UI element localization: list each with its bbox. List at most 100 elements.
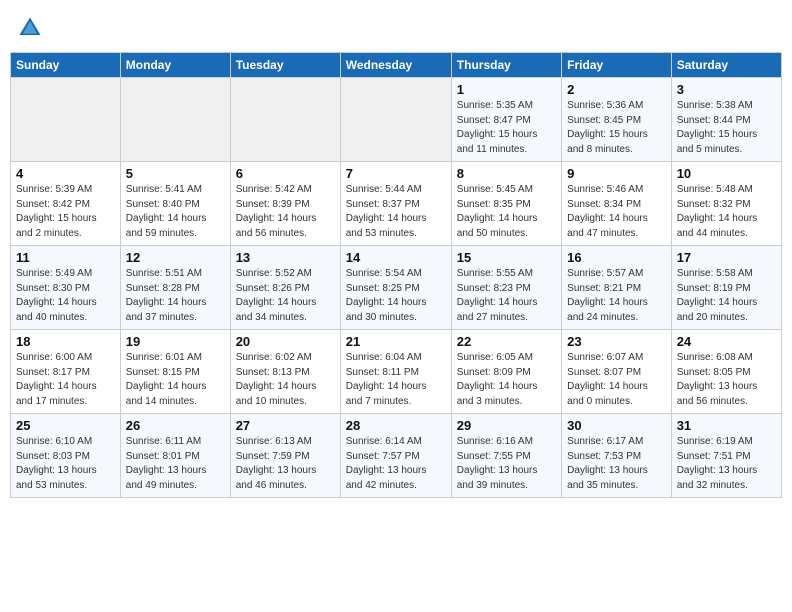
day-number: 7 — [346, 166, 446, 181]
day-info: Sunrise: 6:00 AM Sunset: 8:17 PM Dayligh… — [16, 351, 115, 409]
day-of-week-header: Saturday — [671, 53, 781, 78]
calendar-cell: 20 Sunrise: 6:02 AM Sunset: 8:13 PM Dayli… — [230, 330, 340, 414]
day-info: Sunrise: 5:42 AM Sunset: 8:39 PM Dayligh… — [236, 183, 335, 241]
calendar-week-row: 4 Sunrise: 5:39 AM Sunset: 8:42 PM Daylig… — [11, 162, 782, 246]
calendar-cell: 29 Sunrise: 6:16 AM Sunset: 7:55 PM Dayli… — [451, 414, 561, 498]
calendar-cell: 4 Sunrise: 5:39 AM Sunset: 8:42 PM Daylig… — [11, 162, 121, 246]
calendar-cell: 6 Sunrise: 5:42 AM Sunset: 8:39 PM Daylig… — [230, 162, 340, 246]
page-header — [10, 10, 782, 46]
day-info: Sunrise: 5:51 AM Sunset: 8:28 PM Dayligh… — [126, 267, 225, 325]
day-of-week-header: Tuesday — [230, 53, 340, 78]
day-info: Sunrise: 6:16 AM Sunset: 7:55 PM Dayligh… — [457, 435, 556, 493]
logo-icon — [16, 14, 44, 42]
day-number: 9 — [567, 166, 666, 181]
day-info: Sunrise: 5:57 AM Sunset: 8:21 PM Dayligh… — [567, 267, 666, 325]
calendar-header-row: SundayMondayTuesdayWednesdayThursdayFrid… — [11, 53, 782, 78]
calendar-cell: 18 Sunrise: 6:00 AM Sunset: 8:17 PM Dayli… — [11, 330, 121, 414]
day-info: Sunrise: 6:02 AM Sunset: 8:13 PM Dayligh… — [236, 351, 335, 409]
day-info: Sunrise: 6:14 AM Sunset: 7:57 PM Dayligh… — [346, 435, 446, 493]
calendar-cell: 12Sunrise: 5:51 AM Sunset: 8:28 PM Dayli… — [120, 246, 230, 330]
calendar-cell: 7 Sunrise: 5:44 AM Sunset: 8:37 PM Daylig… — [340, 162, 451, 246]
day-number: 26 — [126, 418, 225, 433]
calendar-cell: 25 Sunrise: 6:10 AM Sunset: 8:03 PM Dayli… — [11, 414, 121, 498]
day-of-week-header: Wednesday — [340, 53, 451, 78]
day-info: Sunrise: 5:41 AM Sunset: 8:40 PM Dayligh… — [126, 183, 225, 241]
day-number: 31 — [677, 418, 776, 433]
day-info: Sunrise: 5:46 AM Sunset: 8:34 PM Dayligh… — [567, 183, 666, 241]
day-number: 20 — [236, 334, 335, 349]
calendar-cell: 27 Sunrise: 6:13 AM Sunset: 7:59 PM Dayli… — [230, 414, 340, 498]
day-number: 10 — [677, 166, 776, 181]
day-number: 17 — [677, 250, 776, 265]
day-info: Sunrise: 5:48 AM Sunset: 8:32 PM Dayligh… — [677, 183, 776, 241]
day-number: 2 — [567, 82, 666, 97]
day-info: Sunrise: 5:36 AM Sunset: 8:45 PM Dayligh… — [567, 99, 666, 157]
day-info: Sunrise: 6:04 AM Sunset: 8:11 PM Dayligh… — [346, 351, 446, 409]
day-of-week-header: Friday — [562, 53, 672, 78]
calendar-cell: 16Sunrise: 5:57 AM Sunset: 8:21 PM Dayli… — [562, 246, 672, 330]
calendar-cell: 21Sunrise: 6:04 AM Sunset: 8:11 PM Dayli… — [340, 330, 451, 414]
day-of-week-header: Sunday — [11, 53, 121, 78]
calendar-cell: 17Sunrise: 5:58 AM Sunset: 8:19 PM Dayli… — [671, 246, 781, 330]
calendar-week-row: 18 Sunrise: 6:00 AM Sunset: 8:17 PM Dayli… — [11, 330, 782, 414]
calendar-cell: 3 Sunrise: 5:38 AM Sunset: 8:44 PM Daylig… — [671, 78, 781, 162]
day-number: 15 — [457, 250, 556, 265]
calendar-cell: 23Sunrise: 6:07 AM Sunset: 8:07 PM Dayli… — [562, 330, 672, 414]
day-number: 19 — [126, 334, 225, 349]
calendar-cell: 28 Sunrise: 6:14 AM Sunset: 7:57 PM Dayli… — [340, 414, 451, 498]
day-info: Sunrise: 5:45 AM Sunset: 8:35 PM Dayligh… — [457, 183, 556, 241]
day-number: 22 — [457, 334, 556, 349]
calendar-cell: 24Sunrise: 6:08 AM Sunset: 8:05 PM Dayli… — [671, 330, 781, 414]
day-info: Sunrise: 6:11 AM Sunset: 8:01 PM Dayligh… — [126, 435, 225, 493]
day-number: 3 — [677, 82, 776, 97]
calendar-week-row: 1 Sunrise: 5:35 AM Sunset: 8:47 PM Daylig… — [11, 78, 782, 162]
day-info: Sunrise: 5:38 AM Sunset: 8:44 PM Dayligh… — [677, 99, 776, 157]
day-info: Sunrise: 6:10 AM Sunset: 8:03 PM Dayligh… — [16, 435, 115, 493]
day-of-week-header: Monday — [120, 53, 230, 78]
calendar-cell: 5Sunrise: 5:41 AM Sunset: 8:40 PM Daylig… — [120, 162, 230, 246]
calendar-cell: 15 Sunrise: 5:55 AM Sunset: 8:23 PM Dayli… — [451, 246, 561, 330]
calendar-cell: 8 Sunrise: 5:45 AM Sunset: 8:35 PM Daylig… — [451, 162, 561, 246]
day-number: 28 — [346, 418, 446, 433]
calendar-cell: 31 Sunrise: 6:19 AM Sunset: 7:51 PM Dayli… — [671, 414, 781, 498]
calendar-week-row: 11Sunrise: 5:49 AM Sunset: 8:30 PM Dayli… — [11, 246, 782, 330]
calendar-cell: 9 Sunrise: 5:46 AM Sunset: 8:34 PM Daylig… — [562, 162, 672, 246]
day-info: Sunrise: 5:52 AM Sunset: 8:26 PM Dayligh… — [236, 267, 335, 325]
day-info: Sunrise: 5:39 AM Sunset: 8:42 PM Dayligh… — [16, 183, 115, 241]
day-info: Sunrise: 5:35 AM Sunset: 8:47 PM Dayligh… — [457, 99, 556, 157]
calendar-cell: 10 Sunrise: 5:48 AM Sunset: 8:32 PM Dayli… — [671, 162, 781, 246]
calendar-cell: 22 Sunrise: 6:05 AM Sunset: 8:09 PM Dayli… — [451, 330, 561, 414]
day-info: Sunrise: 6:05 AM Sunset: 8:09 PM Dayligh… — [457, 351, 556, 409]
day-info: Sunrise: 6:19 AM Sunset: 7:51 PM Dayligh… — [677, 435, 776, 493]
day-info: Sunrise: 5:55 AM Sunset: 8:23 PM Dayligh… — [457, 267, 556, 325]
day-number: 4 — [16, 166, 115, 181]
calendar-cell — [120, 78, 230, 162]
day-info: Sunrise: 6:17 AM Sunset: 7:53 PM Dayligh… — [567, 435, 666, 493]
day-number: 30 — [567, 418, 666, 433]
day-number: 23 — [567, 334, 666, 349]
day-number: 24 — [677, 334, 776, 349]
day-number: 6 — [236, 166, 335, 181]
calendar-week-row: 25 Sunrise: 6:10 AM Sunset: 8:03 PM Dayli… — [11, 414, 782, 498]
day-number: 1 — [457, 82, 556, 97]
day-number: 29 — [457, 418, 556, 433]
calendar-table: SundayMondayTuesdayWednesdayThursdayFrid… — [10, 52, 782, 498]
day-of-week-header: Thursday — [451, 53, 561, 78]
calendar-cell: 30 Sunrise: 6:17 AM Sunset: 7:53 PM Dayli… — [562, 414, 672, 498]
day-number: 8 — [457, 166, 556, 181]
calendar-cell: 19 Sunrise: 6:01 AM Sunset: 8:15 PM Dayli… — [120, 330, 230, 414]
calendar-cell: 1 Sunrise: 5:35 AM Sunset: 8:47 PM Daylig… — [451, 78, 561, 162]
day-info: Sunrise: 5:44 AM Sunset: 8:37 PM Dayligh… — [346, 183, 446, 241]
day-number: 11 — [16, 250, 115, 265]
day-info: Sunrise: 6:01 AM Sunset: 8:15 PM Dayligh… — [126, 351, 225, 409]
day-info: Sunrise: 6:13 AM Sunset: 7:59 PM Dayligh… — [236, 435, 335, 493]
calendar-cell — [230, 78, 340, 162]
calendar-cell — [340, 78, 451, 162]
day-number: 18 — [16, 334, 115, 349]
day-number: 13 — [236, 250, 335, 265]
day-number: 27 — [236, 418, 335, 433]
day-number: 25 — [16, 418, 115, 433]
calendar-cell: 14Sunrise: 5:54 AM Sunset: 8:25 PM Dayli… — [340, 246, 451, 330]
logo — [16, 14, 46, 42]
calendar-cell: 2 Sunrise: 5:36 AM Sunset: 8:45 PM Daylig… — [562, 78, 672, 162]
